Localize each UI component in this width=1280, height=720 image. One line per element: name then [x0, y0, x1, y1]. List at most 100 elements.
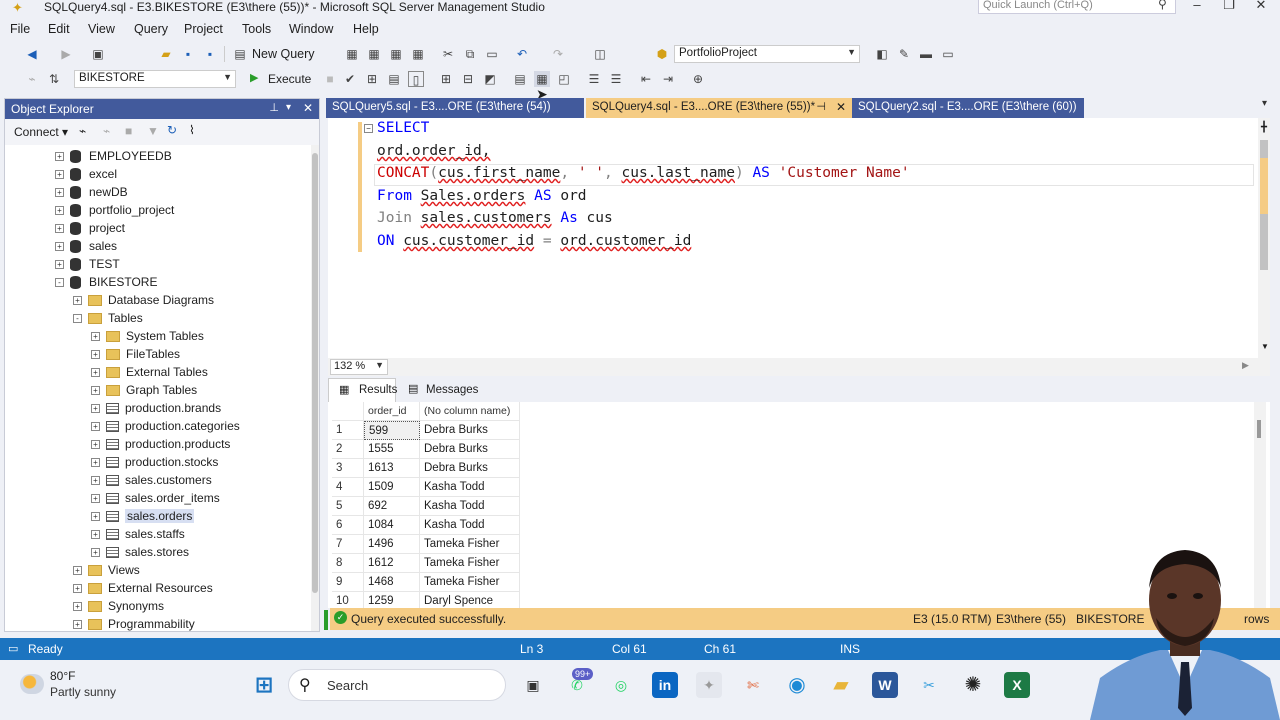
close-icon[interactable]: ✕ [1246, 0, 1276, 13]
cell-order-id[interactable]: 1509 [364, 478, 420, 497]
expand-icon[interactable]: + [91, 439, 100, 449]
copy-icon[interactable]: ⧉ [462, 46, 478, 62]
new-query-button[interactable]: New Query [252, 47, 315, 61]
tree-item-views[interactable]: + Views [5, 561, 311, 579]
tree-item-sales-stores[interactable]: + sales.stores [5, 543, 311, 561]
toolbox-icon[interactable]: ▬ [918, 46, 934, 62]
cell-customer-name[interactable]: Debra Burks [420, 421, 520, 440]
cell-customer-name[interactable]: Kasha Todd [420, 478, 520, 497]
collapse-icon[interactable]: - [73, 313, 82, 323]
menu-edit[interactable]: Edit [48, 22, 70, 36]
tree-item-external-resources[interactable]: + External Resources [5, 579, 311, 597]
excel-icon[interactable]: X [1004, 672, 1030, 698]
expand-icon[interactable]: + [55, 169, 64, 179]
expand-icon[interactable]: + [55, 259, 64, 269]
edge-icon[interactable]: ◉ [784, 672, 810, 698]
weather-icon[interactable] [20, 674, 44, 694]
column-header[interactable]: order_id [364, 402, 420, 421]
tree-item-database-diagrams[interactable]: + Database Diagrams [5, 291, 311, 309]
save-all-icon[interactable]: ▪ [202, 46, 218, 62]
menu-file[interactable]: File [10, 22, 30, 36]
whatsapp-web-icon[interactable]: ◎ [608, 672, 634, 698]
menu-window[interactable]: Window [289, 22, 333, 36]
tree-item-portfolio-project[interactable]: + portfolio_project [5, 201, 311, 219]
object-explorer-scrollbar[interactable] [311, 145, 319, 631]
expand-icon[interactable]: + [91, 331, 100, 341]
cell-order-id[interactable]: 1084 [364, 516, 420, 535]
undo-icon[interactable]: ↶ [514, 46, 530, 62]
stop-icon[interactable]: ■ [125, 124, 132, 138]
cell-order-id[interactable]: 1259 [364, 592, 420, 608]
comment-icon[interactable]: ☰ [586, 71, 602, 87]
disconnect-icon[interactable]: ⌁ [103, 124, 110, 138]
forward-icon[interactable]: ▶ [58, 46, 74, 62]
tab-sqlquery5[interactable]: SQLQuery5.sql - E3....ORE (E3\there (54)… [326, 98, 584, 118]
tab-overflow-icon[interactable]: ▾ [1262, 98, 1267, 109]
query-type-icon[interactable]: ▦ [344, 46, 360, 62]
query-options-icon[interactable]: ▤ [386, 71, 402, 87]
tree-item-newdb[interactable]: + newDB [5, 183, 311, 201]
expand-icon[interactable]: + [55, 241, 64, 251]
zoom-combo[interactable]: 132 % ▼ [330, 359, 388, 375]
tree-item-tables[interactable]: - Tables [5, 309, 311, 327]
connect-button[interactable]: Connect ▾ [14, 125, 68, 139]
cut-icon[interactable]: ✂ [440, 46, 456, 62]
windows-start-icon[interactable]: ⊞ [251, 672, 277, 698]
cell-order-id[interactable]: 1613 [364, 459, 420, 478]
expand-icon[interactable]: + [73, 601, 82, 611]
intellisense-icon[interactable]: ▯ [408, 71, 424, 87]
execute-button[interactable]: Execute [268, 72, 311, 86]
menu-help[interactable]: Help [353, 22, 379, 36]
cell-customer-name[interactable]: Tameka Fisher [420, 554, 520, 573]
results-to-file-icon[interactable]: ◰ [556, 71, 572, 87]
expand-icon[interactable]: + [91, 457, 100, 467]
quick-launch-input[interactable]: Quick Launch (Ctrl+Q) [978, 0, 1176, 14]
snipping-tool-icon[interactable]: ✄ [740, 672, 766, 698]
column-header[interactable]: (No column name) [420, 402, 520, 421]
tree-item-sales-order-items[interactable]: + sales.order_items [5, 489, 311, 507]
tree-item-employeedb[interactable]: + EMPLOYEEDB [5, 147, 311, 165]
scrollbar-thumb[interactable] [1257, 420, 1261, 438]
menu-view[interactable]: View [88, 22, 115, 36]
chatgpt-icon[interactable]: ✺ [960, 672, 986, 698]
tree-item-production-categories[interactable]: + production.categories [5, 417, 311, 435]
tree-item-project[interactable]: + project [5, 219, 311, 237]
cell-customer-name[interactable]: Tameka Fisher [420, 535, 520, 554]
tree-item-test[interactable]: + TEST [5, 255, 311, 273]
indent-icon[interactable]: ⇥ [660, 71, 676, 87]
cell-customer-name[interactable]: Kasha Todd [420, 516, 520, 535]
row-number[interactable]: 7 [332, 535, 364, 554]
minimize-icon[interactable]: – [1182, 0, 1212, 12]
cell-customer-name[interactable]: Debra Burks [420, 440, 520, 459]
parse-icon[interactable]: ✔ [342, 71, 358, 87]
expand-icon[interactable]: + [91, 493, 100, 503]
row-number[interactable]: 8 [332, 554, 364, 573]
cell-order-id[interactable]: 1555 [364, 440, 420, 459]
cell-customer-name[interactable]: Debra Burks [420, 459, 520, 478]
query-type-icon[interactable]: ▦ [388, 46, 404, 62]
specify-values-icon[interactable]: ⊕ [690, 71, 706, 87]
available-databases-combo[interactable]: BIKESTORE ▼ [74, 70, 236, 88]
row-number[interactable]: 3 [332, 459, 364, 478]
cell-customer-name[interactable]: Tameka Fisher [420, 573, 520, 592]
row-number[interactable]: 6 [332, 516, 364, 535]
tab-messages[interactable]: ▤ Messages [404, 378, 484, 402]
expand-icon[interactable]: + [91, 547, 100, 557]
expand-icon[interactable]: + [73, 619, 82, 629]
cell-customer-name[interactable]: Daryl Spence [420, 592, 520, 608]
expand-icon[interactable]: + [55, 205, 64, 215]
results-to-text-icon[interactable]: ▤ [512, 71, 528, 87]
outdent-icon[interactable]: ⇤ [638, 71, 654, 87]
window-layout-icon[interactable]: ▭ [940, 46, 956, 62]
search-icon[interactable]: ⚲ [1158, 0, 1167, 11]
tree-item-sales-staffs[interactable]: + sales.staffs [5, 525, 311, 543]
solution-explorer-icon[interactable]: ◫ [592, 46, 608, 62]
cell-order-id[interactable]: 599 [364, 421, 420, 440]
expand-icon[interactable]: + [91, 349, 100, 359]
expand-icon[interactable]: + [91, 421, 100, 431]
expand-icon[interactable]: + [91, 385, 100, 395]
query-type-icon[interactable]: ▦ [410, 46, 426, 62]
tree-item-synonyms[interactable]: + Synonyms [5, 597, 311, 615]
tree-item-filetables[interactable]: + FileTables [5, 345, 311, 363]
expand-icon[interactable]: + [91, 475, 100, 485]
